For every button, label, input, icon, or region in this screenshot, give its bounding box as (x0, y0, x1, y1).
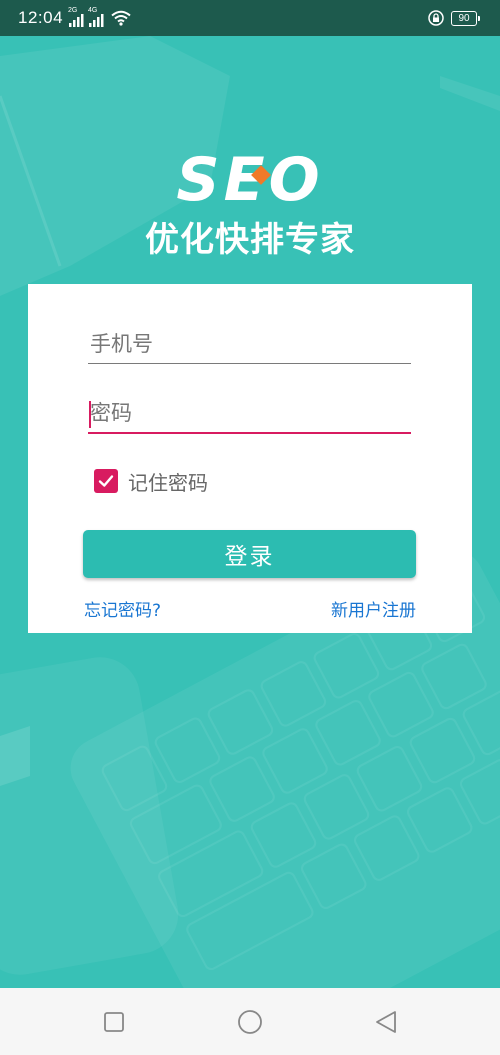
lock-icon (428, 10, 444, 26)
password-input[interactable] (88, 394, 411, 434)
home-icon[interactable] (236, 1008, 264, 1036)
login-card: 记住密码 登录 忘记密码? 新用户注册 (28, 284, 472, 633)
recent-apps-icon[interactable] (100, 1008, 128, 1036)
login-screen: 12:04 2G 4G 90 SEO 优化快排专家 手机号 记住密码 登录 忘记… (0, 0, 500, 1055)
logo-subtitle: 优化快排专家 (145, 220, 355, 260)
remember-checkbox[interactable] (94, 469, 118, 493)
battery-icon: 90 (451, 11, 480, 26)
status-bar: 12:04 2G 4G 90 (0, 0, 500, 36)
navigation-bar (0, 988, 500, 1055)
wifi-icon (111, 10, 131, 26)
forgot-password-link[interactable]: 忘记密码? (84, 596, 161, 621)
phone-input[interactable] (88, 324, 411, 364)
register-link[interactable]: 新用户注册 (331, 596, 416, 621)
status-time: 12:04 (18, 8, 64, 27)
remember-label: 记住密码 (128, 470, 208, 495)
login-button[interactable]: 登录 (83, 530, 416, 578)
logo-mark-text: SEO (176, 148, 323, 208)
back-icon[interactable] (372, 1008, 400, 1036)
remember-password-toggle[interactable]: 记住密码 (94, 468, 208, 495)
text-cursor (89, 401, 91, 428)
checkmark-icon (98, 475, 114, 487)
seo-logo: SEO (176, 148, 323, 208)
